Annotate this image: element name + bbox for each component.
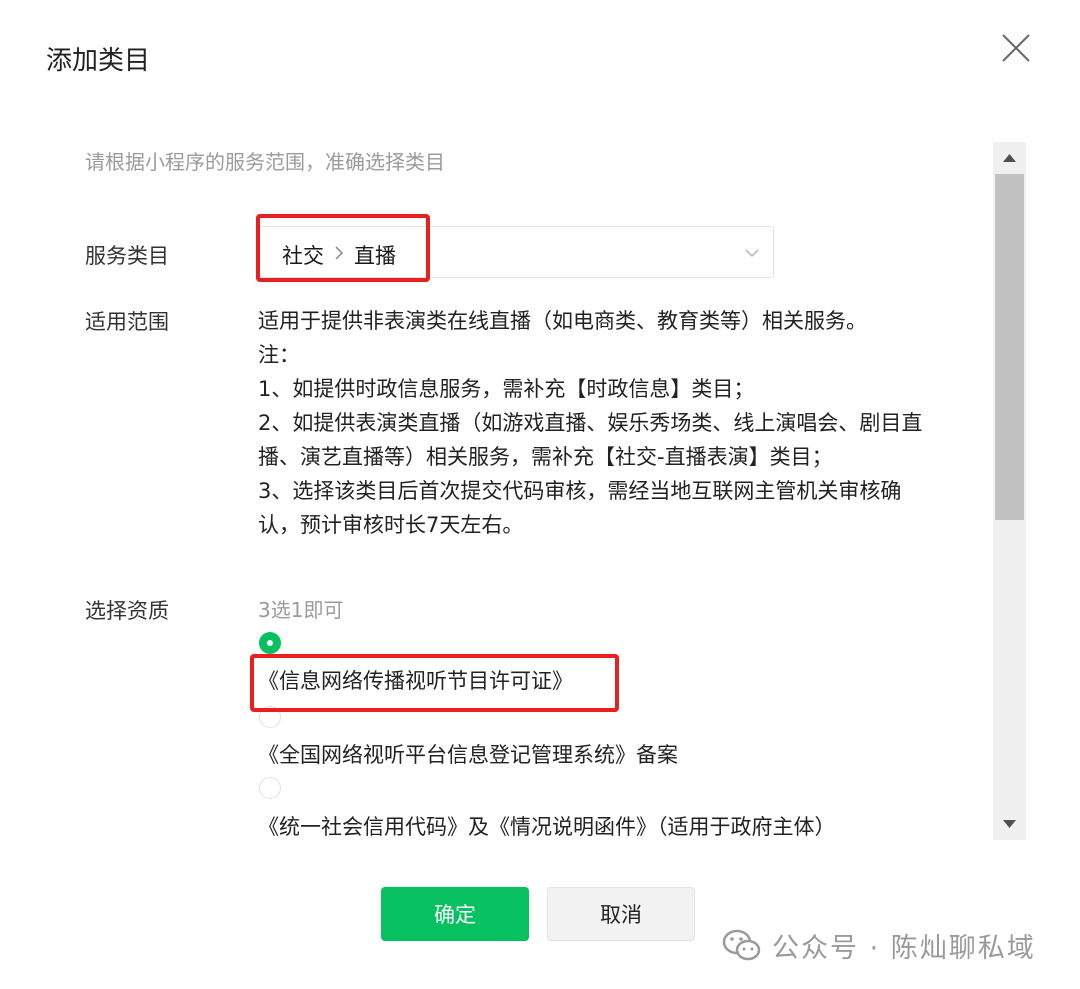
add-category-dialog: 添加类目 请根据小程序的服务范围，准确选择类目 服务类目 社交 直播 适用范围	[0, 0, 1080, 989]
qualification-option-1[interactable]: 《信息网络传播视听节目许可证》	[258, 665, 573, 695]
qualification-radio-3[interactable]	[259, 777, 281, 799]
category-level1: 社交	[282, 244, 324, 268]
service-category-select[interactable]: 社交 直播	[258, 226, 774, 278]
scope-line: 注：	[258, 343, 300, 367]
wechat-icon	[722, 928, 762, 964]
scroll-up-icon[interactable]	[993, 142, 1026, 172]
qualification-radio-1[interactable]	[259, 632, 281, 654]
scope-line: 认，预计审核时长7天左右。	[258, 513, 524, 537]
dialog-title: 添加类目	[46, 46, 151, 76]
watermark: 公众号 · 陈灿聊私域	[722, 926, 1036, 965]
service-category-label: 服务类目	[85, 244, 169, 268]
service-category-value: 社交 直播	[282, 240, 396, 270]
scope-line: 适用于提供非表演类在线直播（如电商类、教育类等）相关服务。	[258, 309, 867, 333]
form-scroll-area: 请根据小程序的服务范围，准确选择类目 服务类目 社交 直播 适用范围 适用于提供…	[0, 100, 1080, 840]
scope-label: 适用范围	[85, 310, 169, 334]
scope-description: 适用于提供非表演类在线直播（如电商类、教育类等）相关服务。 注： 1、如提供时政…	[258, 304, 958, 542]
close-icon[interactable]	[998, 30, 1034, 66]
scrollbar[interactable]	[993, 142, 1026, 840]
qualification-option-3[interactable]: 《统一社会信用代码》及《情况说明函件》（适用于政府主体）	[258, 811, 836, 840]
chevron-down-icon	[743, 244, 761, 262]
category-level2: 直播	[354, 244, 396, 268]
scroll-down-icon[interactable]	[993, 810, 1026, 840]
scope-line: 2、如提供表演类直播（如游戏直播、娱乐秀场类、线上演唱会、剧目直	[258, 411, 923, 435]
category-separator-icon	[334, 245, 344, 266]
watermark-text: 公众号 · 陈灿聊私域	[772, 933, 1036, 964]
scope-line: 1、如提供时政信息服务，需补充【时政信息】类目；	[258, 377, 755, 401]
qualification-radio-2[interactable]	[259, 706, 281, 728]
form-hint: 请根据小程序的服务范围，准确选择类目	[85, 150, 445, 174]
confirm-button[interactable]: 确定	[381, 887, 529, 941]
scrollbar-thumb[interactable]	[995, 174, 1024, 520]
scope-line: 播、演艺直播等）相关服务，需补充【社交-直播表演】类目；	[258, 445, 833, 469]
qualification-option-2[interactable]: 《全国网络视听平台信息登记管理系统》备案	[258, 739, 678, 769]
cancel-button[interactable]: 取消	[547, 887, 695, 941]
scope-line: 3、选择该类目后首次提交代码审核，需经当地互联网主管机关审核确	[258, 479, 902, 503]
qualification-subtitle: 3选1即可	[258, 598, 344, 622]
qualification-label: 选择资质	[85, 599, 169, 623]
